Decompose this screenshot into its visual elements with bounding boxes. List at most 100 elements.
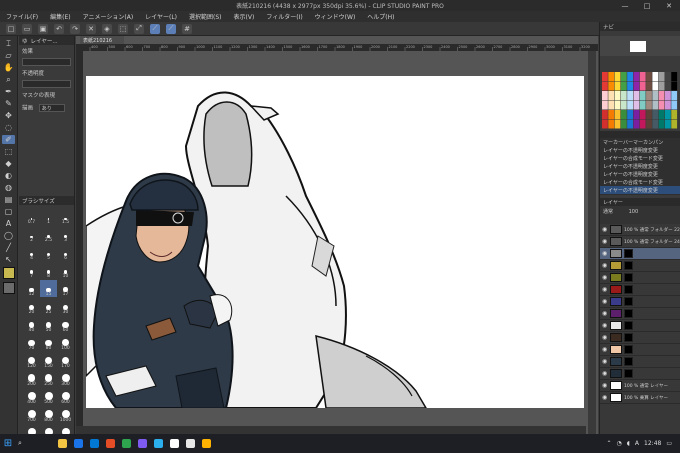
taskbar-app-icon[interactable] (102, 434, 118, 453)
eyedrop-icon[interactable]: ⌶ (2, 39, 15, 48)
history-item[interactable]: レイヤーの合成モード変更 (600, 154, 680, 162)
color-swatch[interactable] (608, 91, 615, 100)
brush-size-option[interactable]: 200 (23, 370, 40, 387)
close-button[interactable]: ✕ (658, 0, 680, 11)
redo-icon[interactable]: ↷ (70, 23, 80, 34)
color-swatch[interactable] (633, 91, 640, 100)
brush-size-option[interactable]: 20 (23, 298, 40, 315)
brush-size-option[interactable]: 40 (23, 316, 40, 333)
color-swatch[interactable] (665, 72, 671, 81)
brush-size-option[interactable]: 250 (40, 370, 57, 387)
taskbar-app-icon[interactable] (198, 434, 214, 453)
brush-size-option[interactable]: 50 (40, 316, 57, 333)
color-swatch[interactable] (627, 110, 633, 119)
brush-size-option[interactable]: 15 (40, 280, 57, 297)
layer-row[interactable]: ◉ (600, 308, 680, 320)
brush-size-option[interactable]: 1 (40, 208, 57, 225)
color-swatch[interactable] (671, 91, 678, 100)
color-swatch[interactable] (646, 81, 652, 91)
artwork-canvas[interactable] (86, 76, 584, 408)
balloon-icon[interactable]: ◯ (2, 231, 15, 240)
color-swatch[interactable] (614, 100, 621, 110)
fill-icon[interactable]: ◈ (102, 23, 112, 34)
eye-icon[interactable]: ◉ (602, 262, 608, 269)
color-swatch[interactable] (602, 72, 608, 81)
color-swatch[interactable] (620, 110, 627, 119)
color-swatch[interactable] (627, 81, 633, 91)
color-swatch[interactable] (620, 91, 627, 100)
layer-row[interactable]: ◉ (600, 356, 680, 368)
layer-row[interactable]: ◉ (600, 332, 680, 344)
brush-size-option[interactable]: 60 (57, 316, 74, 333)
layer-row[interactable]: ◉ 100 % 通常 フォルダー 22 (600, 224, 680, 236)
hand-icon[interactable]: ✋ (2, 63, 15, 72)
color-swatch[interactable] (652, 119, 659, 129)
undo-icon[interactable]: ↶ (54, 23, 64, 34)
menu-animation[interactable]: アニメーション(A) (83, 12, 134, 21)
effect-dropdown[interactable] (22, 58, 71, 66)
line-icon[interactable]: ╱ (2, 243, 15, 252)
brush-size-option[interactable]: 1.5 (57, 208, 74, 225)
taskbar-app-icon[interactable] (54, 434, 70, 453)
document-tab[interactable]: 表紙210216 (80, 36, 124, 44)
color-swatch[interactable] (658, 81, 665, 91)
brush-size-option[interactable]: 12 (23, 280, 40, 297)
color-swatch[interactable] (608, 119, 615, 129)
layer-row[interactable]: ◉ (600, 320, 680, 332)
color-swatch[interactable] (633, 100, 640, 110)
lasso-icon[interactable]: ◌ (2, 123, 15, 132)
taskbar-app-icon[interactable] (166, 434, 182, 453)
color-swatch[interactable] (614, 91, 621, 100)
history-item[interactable]: レイヤーの合成モード変更 (600, 178, 680, 186)
taskbar-app-icon[interactable] (86, 434, 102, 453)
color-swatch[interactable] (665, 81, 671, 91)
brush-size-option[interactable]: 3 (57, 226, 74, 243)
color-swatch[interactable] (620, 81, 627, 91)
eye-icon[interactable]: ◉ (602, 322, 608, 329)
gradient-icon[interactable]: ▤ (2, 195, 15, 204)
eye-icon[interactable]: ◉ (602, 334, 608, 341)
color-swatch[interactable] (646, 72, 652, 81)
brush-size-option[interactable]: 170 (57, 352, 74, 369)
open-icon[interactable]: ▭ (22, 23, 32, 34)
brush-size-option[interactable]: 25 (40, 298, 57, 315)
color-swatch[interactable] (665, 100, 671, 110)
brush-size-option[interactable]: 7 (23, 262, 40, 279)
menu-edit[interactable]: 編集(E) (50, 12, 70, 21)
new-icon[interactable]: □ (6, 23, 16, 34)
search-icon[interactable]: ⌕ (18, 437, 54, 450)
opacity-value[interactable]: 100 (629, 209, 639, 215)
color-swatch[interactable] (652, 91, 659, 100)
eraser-icon[interactable]: ▱ (2, 51, 15, 60)
menu-filter[interactable]: フィルター(I) (266, 12, 302, 21)
color-swatch[interactable] (614, 110, 621, 119)
pen-icon[interactable]: ✒ (2, 87, 15, 96)
color-swatch[interactable] (620, 119, 627, 129)
brush-size-option[interactable]: 120 (23, 352, 40, 369)
notification-icon[interactable]: ▭ (666, 440, 672, 447)
color-swatch[interactable] (639, 81, 646, 91)
menu-layer[interactable]: レイヤー(L) (145, 12, 177, 21)
layer-row[interactable]: ◉ 100 % 通常 レイヤー (600, 380, 680, 392)
color-swatch[interactable] (608, 72, 615, 81)
color-swatch[interactable] (633, 119, 640, 129)
color-swatch[interactable] (658, 119, 665, 129)
color-swatch[interactable] (671, 110, 678, 119)
navigator-preview[interactable] (600, 36, 680, 56)
color-swatch[interactable] (658, 100, 665, 110)
color-swatch[interactable] (639, 110, 646, 119)
blend-icon[interactable]: ◐ (2, 171, 15, 180)
brush-icon[interactable]: ✐ (2, 135, 15, 144)
color-swatch[interactable] (614, 119, 621, 129)
taskbar-app-icon[interactable] (70, 434, 86, 453)
select-icon[interactable]: ⬚ (118, 23, 128, 34)
color-swatch[interactable] (671, 100, 678, 110)
eye-icon[interactable]: ◉ (602, 238, 608, 245)
minimize-button[interactable]: — (614, 0, 636, 11)
tool-property-tab-2[interactable]: レイヤー... (31, 37, 58, 45)
color-swatch[interactable] (646, 110, 652, 119)
eye-icon[interactable]: ◉ (602, 286, 608, 293)
bucket-icon[interactable]: ◆ (2, 159, 15, 168)
text-icon[interactable]: A (2, 219, 15, 228)
color-swatch[interactable] (627, 72, 633, 81)
